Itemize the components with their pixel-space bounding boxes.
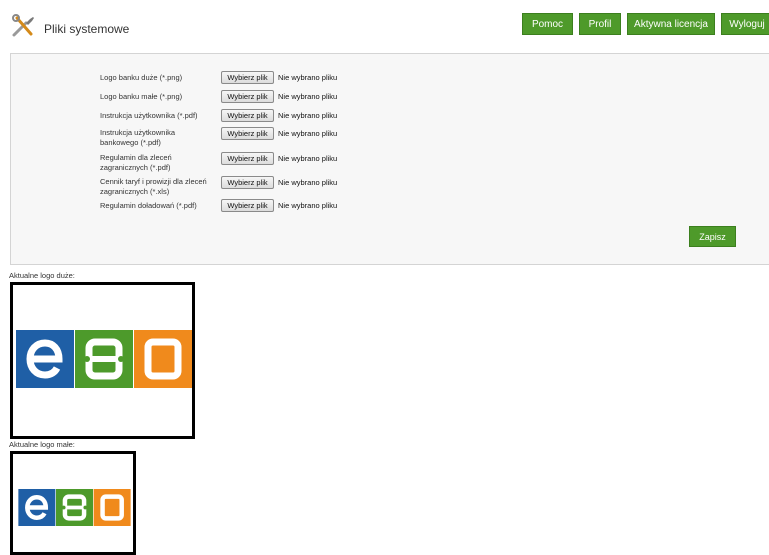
active-license-button[interactable]: Aktywna licencja xyxy=(627,13,715,35)
save-button[interactable]: Zapisz xyxy=(689,226,736,247)
file-status: Nie wybrano pliku xyxy=(278,92,338,101)
file-status: Nie wybrano pliku xyxy=(278,154,338,163)
file-status: Nie wybrano pliku xyxy=(278,111,338,120)
row-label: Regulamin dla zleceń zagranicznych (*.pd… xyxy=(100,153,172,172)
file-status: Nie wybrano pliku xyxy=(278,201,338,210)
logout-button[interactable]: Wyloguj xyxy=(721,13,769,35)
choose-file-button[interactable]: Wybierz plik xyxy=(221,71,274,84)
file-status: Nie wybrano pliku xyxy=(278,129,338,138)
row-label: Logo banku małe (*.png) xyxy=(100,92,183,101)
small-logo-preview xyxy=(10,451,136,555)
tools-icon xyxy=(12,14,34,37)
row-label: Regulamin doładowań (*.pdf) xyxy=(100,201,197,210)
choose-file-button[interactable]: Wybierz plik xyxy=(221,109,274,122)
choose-file-button[interactable]: Wybierz plik xyxy=(221,127,274,140)
upload-panel: Logo banku duże (*.png) Wybierz plik Nie… xyxy=(10,53,769,265)
row-label: Instrukcja użytkownika (*.pdf) xyxy=(100,111,198,120)
row-label: Logo banku duże (*.png) xyxy=(100,73,183,82)
small-logo-caption: Aktualne logo małe: xyxy=(9,440,75,449)
large-logo-preview xyxy=(10,282,195,439)
file-status: Nie wybrano pliku xyxy=(278,73,338,82)
page-title: Pliki systemowe xyxy=(44,22,130,36)
choose-file-button[interactable]: Wybierz plik xyxy=(221,90,274,103)
choose-file-button[interactable]: Wybierz plik xyxy=(221,176,274,189)
file-status: Nie wybrano pliku xyxy=(278,178,338,187)
header: Pliki systemowe Pomoc Profil Aktywna lic… xyxy=(0,0,769,50)
profile-button[interactable]: Profil xyxy=(579,13,621,35)
row-label: Instrukcja użytkownika bankowego (*.pdf) xyxy=(100,128,176,147)
large-logo-caption: Aktualne logo duże: xyxy=(9,271,75,280)
help-button[interactable]: Pomoc xyxy=(522,13,573,35)
choose-file-button[interactable]: Wybierz plik xyxy=(221,152,274,165)
bank-logo-small xyxy=(18,489,131,526)
choose-file-button[interactable]: Wybierz plik xyxy=(221,199,274,212)
row-label: Cennik taryf i prowizji dla zleceń zagra… xyxy=(100,177,207,196)
bank-logo-large xyxy=(16,330,192,388)
